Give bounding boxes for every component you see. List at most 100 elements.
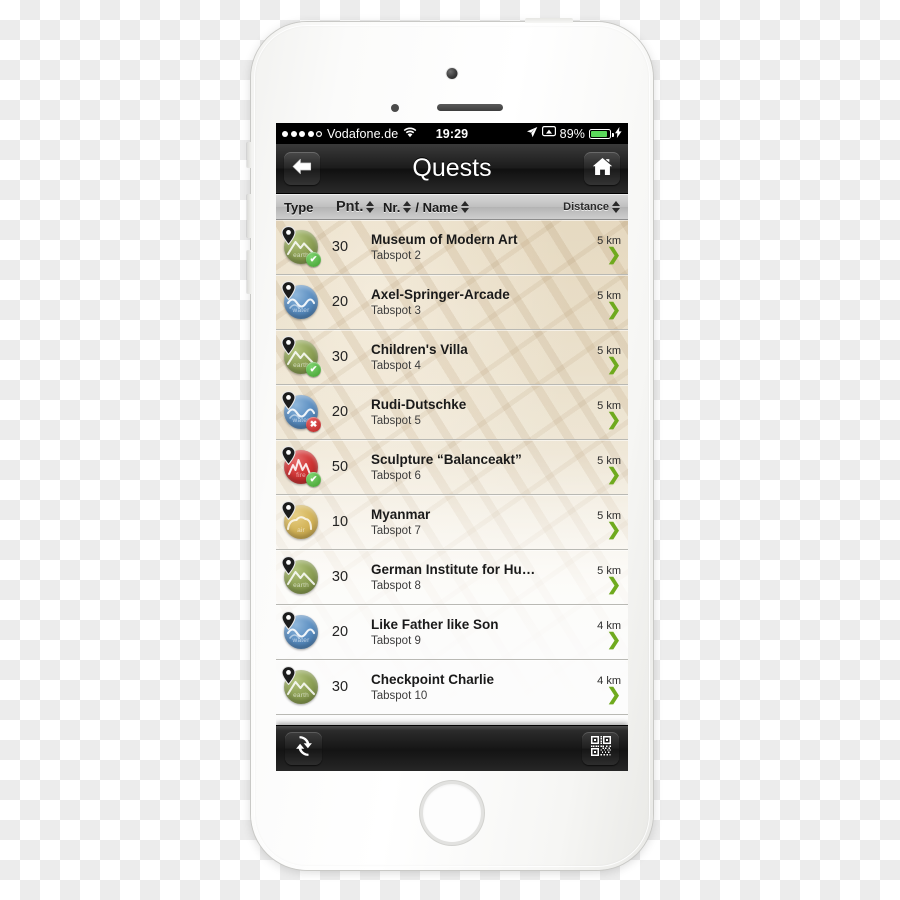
chevron-right-icon[interactable]: ❯	[569, 466, 621, 483]
qr-code-scan-icon	[590, 735, 612, 762]
quest-type-badge[interactable]: water	[281, 611, 320, 651]
iphone-device-frame: Vodafone.de 19:29 89% Quests Type Pnt. N…	[247, 18, 653, 870]
qr-scan-button[interactable]	[582, 732, 619, 765]
table-header-row: Type Pnt. Nr. / Name Distance	[276, 194, 628, 220]
quest-name: Museum of Modern Art	[371, 232, 518, 247]
column-header-number[interactable]: Nr.	[383, 199, 412, 215]
home-icon	[592, 157, 613, 181]
quest-type-badge[interactable]: water ✖	[281, 391, 321, 432]
quest-points: 20	[331, 294, 349, 310]
quest-row[interactable]: earth ✔ 30 Children's Villa Tabspot 45 km ❯	[276, 330, 628, 385]
quest-points: 30	[331, 239, 349, 255]
quest-row[interactable]: earth 30 German Institute for Hu… Tabspot 8…	[276, 550, 628, 605]
quest-points: 20	[331, 624, 349, 640]
quest-points: 20	[331, 404, 349, 420]
column-header-distance[interactable]: Distance	[563, 201, 620, 213]
quest-type-badge[interactable]: earth	[281, 666, 320, 706]
column-header-name-label: / Name	[415, 199, 458, 215]
quest-subtitle: Tabspot 8	[371, 580, 421, 592]
quest-type-badge[interactable]: earth	[281, 556, 320, 596]
quest-row[interactable]: earth 30 Checkpoint Charlie Tabspot 10 4 km ❯	[276, 660, 628, 715]
silent-switch[interactable]	[247, 142, 252, 168]
sort-updown-icon[interactable]	[612, 201, 620, 213]
chevron-right-icon[interactable]: ❯	[569, 411, 621, 428]
quest-row[interactable]: water ✖ 20 Rudi-Dutschke Tabspot 55 km ❯	[276, 385, 628, 440]
refresh-sync-icon	[293, 735, 315, 762]
quest-name: Myanmar	[371, 507, 431, 522]
column-header-points-label: Pnt.	[336, 199, 364, 215]
column-header-distance-label: Distance	[563, 201, 609, 213]
chevron-right-icon[interactable]: ❯	[569, 576, 621, 593]
sort-updown-icon[interactable]	[403, 201, 412, 213]
sort-updown-icon[interactable]	[366, 201, 375, 213]
quest-name: Sculpture “Balanceakt”	[371, 452, 522, 467]
airplay-icon	[541, 126, 556, 141]
back-button[interactable]	[284, 152, 320, 185]
quest-row[interactable]: air 10 Myanmar Tabspot 75 km ❯	[276, 495, 628, 550]
chevron-right-icon[interactable]: ❯	[569, 521, 621, 538]
column-header-type-label: Type	[284, 199, 314, 215]
battery-percent-label: 89%	[559, 126, 585, 141]
quest-type-badge[interactable]: water	[281, 281, 320, 321]
quest-name: Rudi-Dutschke	[371, 397, 467, 412]
quest-points: 50	[331, 459, 349, 475]
front-camera-icon	[446, 68, 458, 79]
quest-name: Axel-Springer-Arcade	[371, 287, 510, 302]
quest-subtitle: Tabspot 9	[371, 635, 421, 647]
chevron-right-icon[interactable]: ❯	[569, 686, 621, 703]
quest-row[interactable]: water 20 Axel-Springer-Arcade Tabspot 35 km…	[276, 275, 628, 330]
proximity-sensor-icon	[391, 104, 399, 112]
power-button[interactable]	[525, 18, 573, 23]
quest-type-badge[interactable]: air	[281, 501, 320, 541]
quest-subtitle: Tabspot 2	[371, 250, 421, 262]
chevron-right-icon[interactable]: ❯	[569, 301, 621, 318]
sort-updown-icon[interactable]	[460, 201, 469, 213]
column-header-name[interactable]: / Name	[415, 200, 469, 215]
refresh-button[interactable]	[285, 732, 322, 765]
map-pin-icon	[281, 446, 296, 466]
column-header-type[interactable]: Type	[284, 200, 328, 215]
chevron-right-icon[interactable]: ❯	[569, 356, 621, 373]
quest-row[interactable]: water 20 Like Father like Son Tabspot 94 km…	[276, 605, 628, 660]
earpiece-speaker	[437, 104, 503, 111]
quest-subtitle: Tabspot 5	[371, 415, 421, 427]
column-header-number-label: Nr.	[383, 199, 401, 215]
volume-up-button[interactable]	[247, 194, 252, 238]
bottom-toolbar	[276, 725, 628, 771]
page-title: Quests	[412, 154, 492, 182]
signal-strength-icon	[282, 130, 322, 137]
column-header-points[interactable]: Pnt.	[336, 199, 375, 215]
quest-row[interactable]: fire ✔ 50 Sculpture “Balanceakt” Tabspot 65 …	[276, 440, 628, 495]
element-label: water	[292, 637, 310, 644]
home-button[interactable]	[584, 152, 620, 185]
chevron-right-icon[interactable]: ❯	[569, 631, 621, 648]
quest-type-badge[interactable]: earth ✔	[281, 226, 321, 267]
map-pin-icon	[281, 556, 296, 576]
quest-points: 10	[331, 514, 349, 530]
volume-down-button[interactable]	[247, 250, 252, 294]
quest-type-badge[interactable]: earth ✔	[281, 336, 321, 377]
map-pin-icon	[281, 336, 296, 356]
quest-name: Checkpoint Charlie	[371, 672, 495, 687]
quest-name: Like Father like Son	[371, 617, 499, 632]
location-arrow-icon	[526, 126, 538, 141]
element-label: fire	[296, 472, 306, 479]
quest-type-badge[interactable]: fire ✔	[281, 446, 321, 487]
map-pin-icon	[281, 501, 296, 521]
back-arrow-icon	[292, 158, 312, 180]
phone-screen: Vodafone.de 19:29 89% Quests Type Pnt. N…	[276, 123, 628, 771]
quest-row[interactable]: earth ✔ 30 Museum of Modern Art Tabspot 25 k…	[276, 220, 628, 275]
element-label: water	[292, 307, 310, 314]
map-pin-icon	[281, 666, 296, 686]
chevron-right-icon[interactable]: ❯	[569, 246, 621, 263]
quest-list[interactable]: earth ✔ 30 Museum of Modern Art Tabspot 25 k…	[276, 220, 628, 725]
home-hardware-button[interactable]	[423, 784, 481, 842]
element-label: earth	[293, 692, 309, 699]
quest-subtitle: Tabspot 6	[371, 470, 421, 482]
element-label: air	[297, 527, 305, 534]
battery-icon	[589, 128, 614, 139]
navigation-bar: Quests	[276, 144, 628, 194]
quest-subtitle: Tabspot 4	[371, 360, 421, 372]
map-pin-icon	[281, 226, 296, 246]
quest-subtitle: Tabspot 3	[371, 305, 421, 317]
